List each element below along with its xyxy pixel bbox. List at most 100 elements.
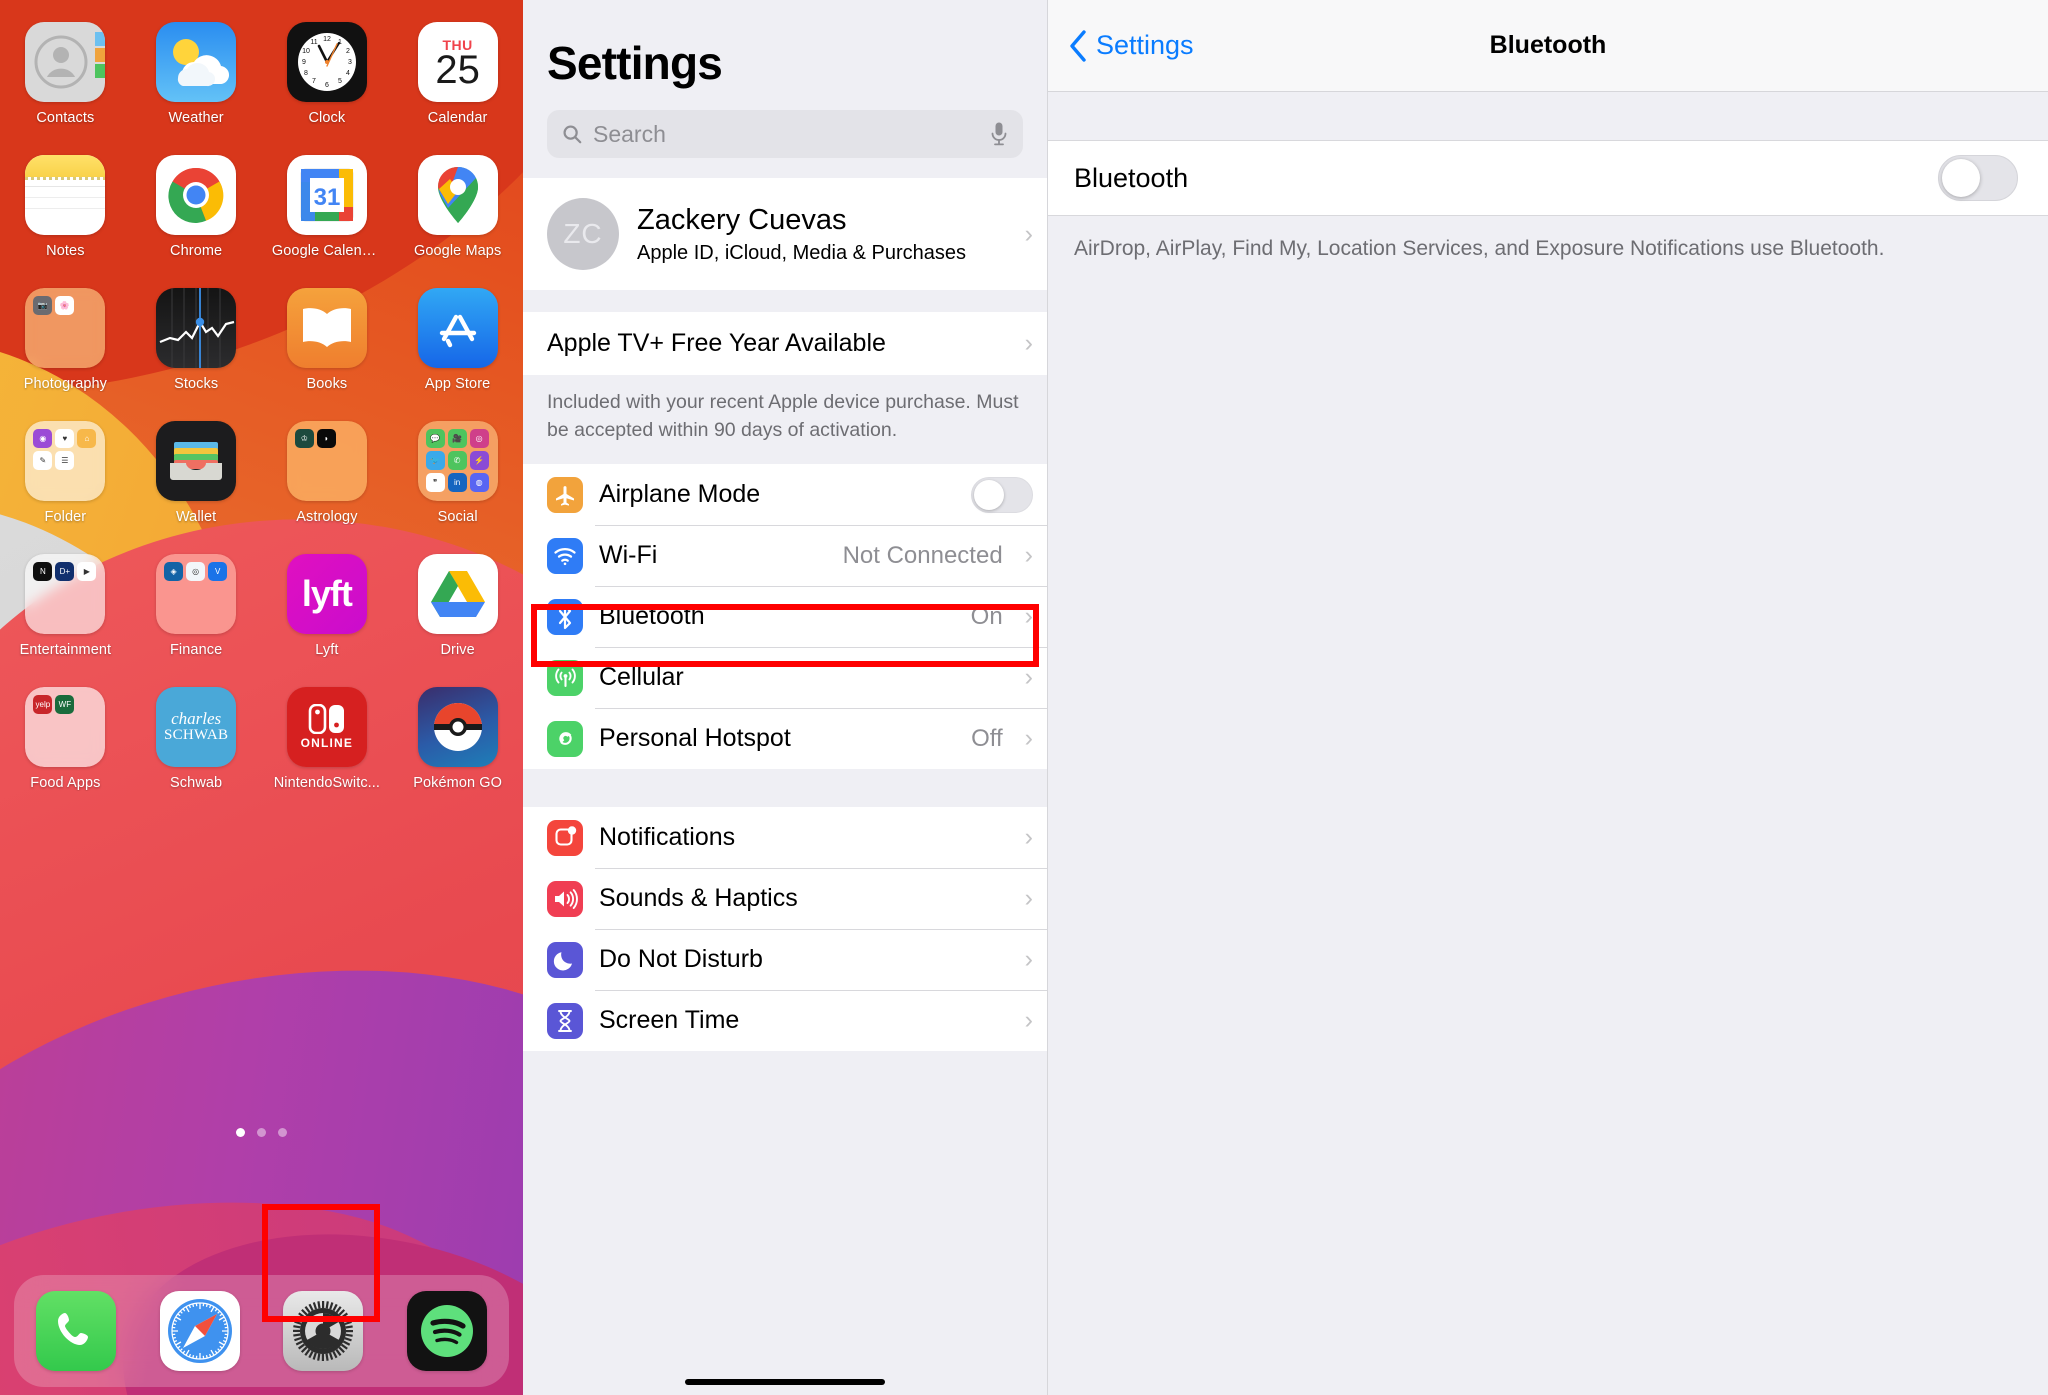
safari-icon[interactable] (159, 1291, 240, 1371)
app-icon-clock[interactable]: 12 1 2 3 4567 8 9 10 11 Clock (272, 22, 382, 155)
apple-tv-promo-row[interactable]: Apple TV+ Free Year Available › (523, 312, 1047, 375)
app-icon-wallet[interactable]: Wallet (141, 421, 251, 554)
toggle-switch[interactable] (971, 476, 1033, 513)
app-icon-notes[interactable]: Notes (10, 155, 120, 288)
folder-icon[interactable]: ◉ ♥ ⌂ ✎ ☰ (25, 421, 106, 501)
folder-icon[interactable]: 💬 🎥 ◎ 🐦 ✆ ⚡ ❞ in ◍ (417, 421, 498, 501)
chevron-right-icon: › (1024, 541, 1033, 570)
clock-icon[interactable]: 12 1 2 3 4567 8 9 10 11 (286, 22, 367, 102)
app-label: Schwab (170, 775, 223, 791)
apple-id-row[interactable]: ZC Zackery Cuevas Apple ID, iCloud, Medi… (523, 178, 1047, 290)
settings-row-personal-hotspot[interactable]: Personal Hotspot Off › (523, 708, 1047, 770)
stocks-icon[interactable] (156, 288, 237, 368)
app-store-icon[interactable] (417, 288, 498, 368)
spotify-icon[interactable] (407, 1291, 488, 1371)
hourglass-icon (547, 1002, 583, 1039)
home-screen-panel: Contacts Weather 12 1 2 3 4567 8 9 10 11 Clock… (0, 0, 523, 1395)
bluetooth-toggle[interactable] (1938, 155, 2018, 201)
account-section: ZC Zackery Cuevas Apple ID, iCloud, Medi… (523, 178, 1047, 290)
notes-icon[interactable] (25, 155, 106, 235)
promo-section: Apple TV+ Free Year Available › (523, 312, 1047, 375)
dock-item-safari[interactable] (159, 1291, 240, 1371)
app-icon-drive[interactable]: Drive (403, 554, 513, 687)
page-dot-3[interactable] (278, 1128, 287, 1137)
books-icon[interactable] (286, 288, 367, 368)
settings-row-do-not-disturb[interactable]: Do Not Disturb › (523, 929, 1047, 991)
app-label: Social (437, 509, 478, 525)
svg-text:12: 12 (323, 36, 331, 43)
folder-icon[interactable]: yelp WF (25, 687, 106, 767)
settings-row-cellular[interactable]: Cellular › (523, 647, 1047, 709)
app-icon-lyft[interactable]: lyft Lyft (272, 554, 382, 687)
app-icon-food-apps[interactable]: yelp WF Food Apps (10, 687, 120, 820)
settings-row-notifications[interactable]: Notifications › (523, 807, 1047, 869)
folder-icon[interactable]: ◈ ◎ V (156, 554, 237, 634)
google-calendar-icon[interactable]: 31 (286, 155, 367, 235)
app-label: Google Calendar (271, 243, 382, 259)
search-placeholder: Search (593, 120, 666, 147)
google-maps-icon[interactable] (417, 155, 498, 235)
row-value: Off (971, 724, 1003, 752)
folder-icon[interactable]: ♔ ◗ (286, 421, 367, 501)
app-icon-books[interactable]: Books (272, 288, 382, 421)
app-label: Pokémon GO (413, 775, 503, 791)
pokemon-go-icon[interactable] (417, 687, 498, 767)
settings-gear-icon[interactable] (283, 1291, 364, 1371)
app-icon-finance[interactable]: ◈ ◎ V Finance (141, 554, 251, 687)
page-dot-1[interactable] (236, 1128, 245, 1137)
app-icon-photography[interactable]: 📷 🌸 Photography (10, 288, 120, 421)
app-icon-contacts[interactable]: Contacts (10, 22, 120, 155)
app-icon-schwab[interactable]: charles SCHWAB Schwab (141, 687, 251, 820)
folder-icon[interactable]: 📷 🌸 (25, 288, 106, 368)
chevron-right-icon: › (1024, 329, 1033, 357)
page-dots[interactable] (0, 1128, 523, 1137)
search-icon (563, 125, 582, 144)
app-icon-google-calendar[interactable]: 31 Google Calendar (272, 155, 382, 288)
weather-icon[interactable] (156, 22, 237, 102)
settings-row-sounds-haptics[interactable]: Sounds & Haptics › (523, 868, 1047, 930)
dock-item-phone[interactable] (35, 1291, 116, 1371)
app-icon-app-store[interactable]: App Store (403, 288, 513, 421)
chrome-icon[interactable] (156, 155, 237, 235)
bluetooth-nav-title: Bluetooth (1489, 31, 1607, 59)
settings-row-screen-time[interactable]: Screen Time › (523, 990, 1047, 1052)
wallet-icon[interactable] (156, 421, 237, 501)
folder-icon[interactable]: N D+ ▶ (25, 554, 106, 634)
settings-row-wi-fi[interactable]: Wi-Fi Not Connected › (523, 525, 1047, 587)
app-icon-stocks[interactable]: Stocks (141, 288, 251, 421)
app-icon-chrome[interactable]: Chrome (141, 155, 251, 288)
settings-row-airplane-mode[interactable]: Airplane Mode (523, 464, 1047, 526)
cellular-icon (547, 659, 583, 696)
bluetooth-toggle-row[interactable]: Bluetooth (1048, 140, 2048, 216)
account-name: Zackery Cuevas (637, 203, 847, 236)
app-icon-nintendoswitc[interactable]: ONLINE NintendoSwitc... (272, 687, 382, 820)
search-input[interactable]: Search (547, 110, 1023, 158)
app-icon-folder[interactable]: ◉ ♥ ⌂ ✎ ☰ Folder (10, 421, 120, 554)
phone-icon[interactable] (35, 1291, 116, 1371)
contacts-icon[interactable] (25, 22, 106, 102)
bluetooth-description: AirDrop, AirPlay, Find My, Location Serv… (1074, 237, 1885, 260)
lyft-icon[interactable]: lyft (286, 554, 367, 634)
app-label: Clock (308, 110, 346, 126)
app-icon-astrology[interactable]: ♔ ◗ Astrology (272, 421, 382, 554)
settings-row-bluetooth[interactable]: Bluetooth On › (523, 586, 1047, 648)
apple-tv-promo-note: Included with your recent Apple device p… (523, 375, 1047, 465)
nintendo-switch-online-icon[interactable]: ONLINE (286, 687, 367, 767)
page-dot-2[interactable] (257, 1128, 266, 1137)
google-drive-icon[interactable] (417, 554, 498, 634)
dock-item-settings[interactable] (283, 1291, 364, 1371)
app-icon-google-maps[interactable]: Google Maps (403, 155, 513, 288)
app-icon-calendar[interactable]: THU 25 Calendar (403, 22, 513, 155)
app-label: Finance (169, 642, 223, 658)
app-icon-social[interactable]: 💬 🎥 ◎ 🐦 ✆ ⚡ ❞ in ◍ Social (403, 421, 513, 554)
app-icon-weather[interactable]: Weather (141, 22, 251, 155)
app-icon-entertainment[interactable]: N D+ ▶ Entertainment (10, 554, 120, 687)
row-label: Airplane Mode (599, 480, 761, 509)
dock-item-spotify[interactable] (407, 1291, 488, 1371)
schwab-icon[interactable]: charles SCHWAB (156, 687, 237, 767)
calendar-icon[interactable]: THU 25 (417, 22, 498, 102)
airplane-icon (547, 476, 583, 513)
microphone-icon[interactable] (989, 121, 1009, 147)
app-icon-pok-mon-go[interactable]: Pokémon GO (403, 687, 513, 820)
moon-icon (547, 941, 583, 978)
